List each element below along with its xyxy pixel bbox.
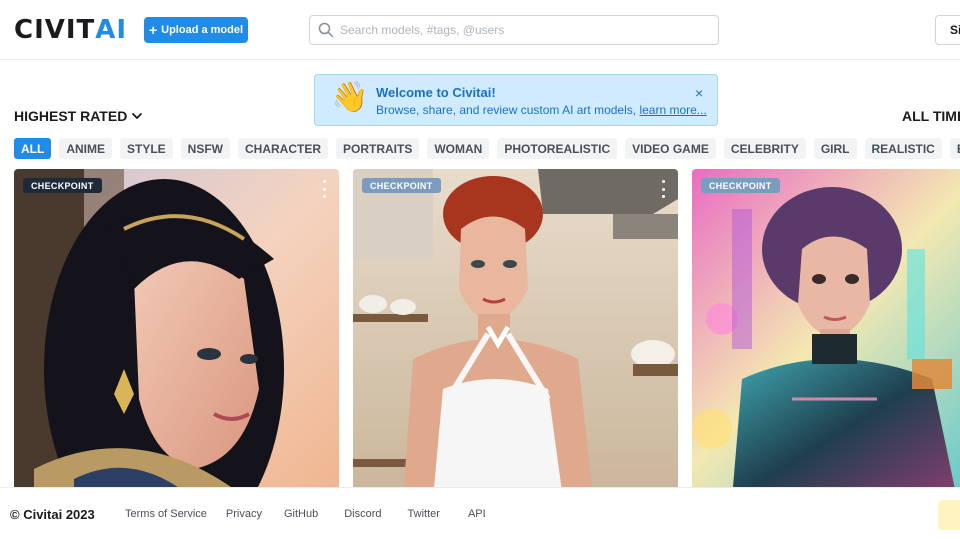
sort-dropdown[interactable]: HIGHEST RATED (14, 108, 143, 124)
tag-character[interactable]: CHARACTER (238, 138, 328, 159)
footer-link-twitter[interactable]: Twitter (401, 508, 447, 520)
tag-girl[interactable]: GIRL (813, 138, 857, 159)
period-dropdown[interactable]: ALL TIME (902, 108, 960, 124)
tag-style[interactable]: STYLE (120, 138, 173, 159)
tag-celebrity[interactable]: CELEBRITY (723, 138, 806, 159)
tag-photorealistic[interactable]: PHOTOREALISTIC (497, 138, 618, 159)
logo-accent-text: AI (95, 15, 128, 45)
model-card[interactable]: CHECKPOINT (692, 169, 960, 499)
model-preview-image (14, 169, 339, 499)
tag-realistic[interactable]: REALISTIC (864, 138, 942, 159)
learn-more-link[interactable]: learn more... (639, 103, 706, 117)
dots-vertical-icon[interactable] (323, 180, 327, 198)
search-input[interactable] (340, 23, 700, 37)
search-icon (318, 22, 334, 38)
sign-in-button[interactable]: Si (935, 15, 960, 45)
welcome-description: Browse, share, and review custom AI art … (376, 103, 637, 117)
tag-all[interactable]: ALL (14, 138, 52, 159)
sort-label: HIGHEST RATED (14, 108, 128, 124)
copyright-text: © Civitai 2023 (10, 507, 95, 522)
tag-filter-bar: ALL ANIME STYLE NSFW CHARACTER PORTRAITS… (14, 138, 960, 160)
chevron-down-icon (132, 113, 143, 119)
support-button[interactable] (938, 500, 960, 530)
welcome-title: Welcome to Civitai! (376, 85, 496, 100)
footer-link-api[interactable]: API (461, 508, 493, 520)
tag-video-game[interactable]: VIDEO GAME (625, 138, 716, 159)
footer-link-privacy[interactable]: Privacy (219, 508, 269, 520)
plus-icon: + (148, 22, 158, 38)
tag-woman[interactable]: WOMAN (427, 138, 490, 159)
model-type-badge: CHECKPOINT (362, 178, 441, 193)
footer: © Civitai 2023 Terms of Service Privacy … (0, 487, 960, 540)
model-type-badge: CHECKPOINT (23, 178, 102, 193)
dots-vertical-icon[interactable] (662, 180, 666, 198)
footer-links: Terms of Service Privacy GitHub Discord … (118, 508, 493, 520)
waving-hand-icon: 👋 (331, 81, 369, 114)
model-preview-image (692, 169, 960, 499)
model-card[interactable]: CHECKPOINT (353, 169, 678, 499)
model-card[interactable]: CHECKPOINT (14, 169, 339, 499)
period-label: ALL TIME (902, 108, 960, 124)
welcome-text: Browse, share, and review custom AI art … (376, 103, 707, 117)
civitai-logo[interactable]: CIVIT AI (14, 15, 128, 45)
tag-portraits[interactable]: PORTRAITS (336, 138, 420, 159)
header: CIVITAI + Upload a model Si (0, 0, 960, 60)
logo-main-text: CIVIT (14, 15, 96, 45)
search-bar[interactable] (309, 15, 719, 45)
upload-model-button[interactable]: + Upload a model (144, 17, 248, 43)
tag-anime[interactable]: ANIME (59, 138, 112, 159)
tag-embeddings[interactable]: EMBEDD (949, 138, 960, 159)
footer-link-terms[interactable]: Terms of Service (118, 508, 214, 520)
footer-link-discord[interactable]: Discord (337, 508, 388, 520)
welcome-banner: 👋 Welcome to Civitai! Browse, share, and… (314, 74, 718, 126)
model-type-badge: CHECKPOINT (701, 178, 780, 193)
sign-in-label: Si (950, 23, 960, 37)
footer-link-github[interactable]: GitHub (277, 508, 325, 520)
model-preview-image (353, 169, 678, 499)
upload-model-label: Upload a model (161, 24, 244, 36)
page: CIVITAI + Upload a model Si 👋 Welcome to… (0, 0, 960, 540)
close-icon[interactable]: × (695, 85, 703, 101)
tag-nsfw[interactable]: NSFW (180, 138, 230, 159)
